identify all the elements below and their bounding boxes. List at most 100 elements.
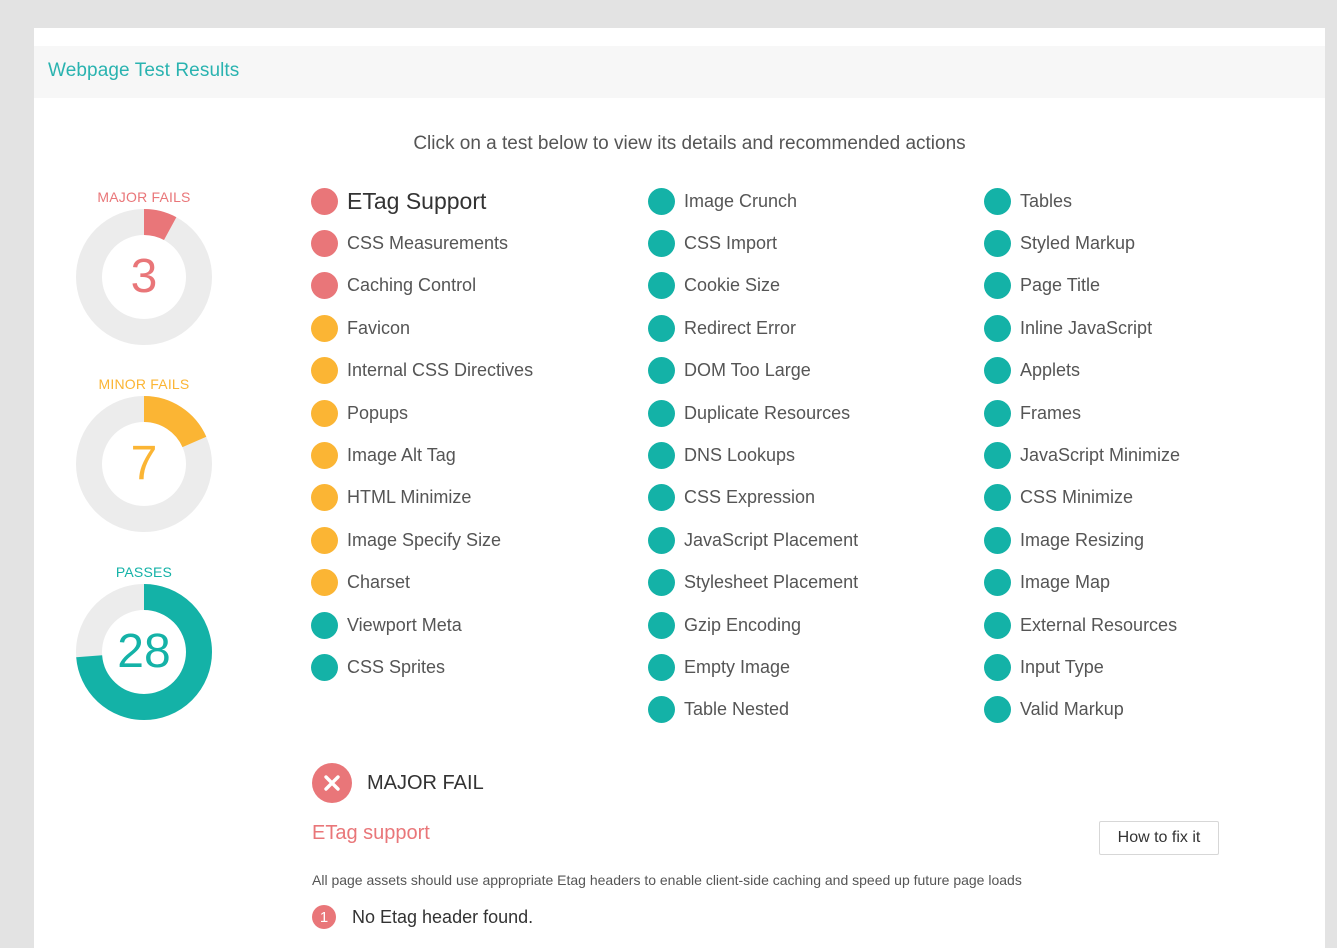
test-label: Inline JavaScript (1020, 317, 1153, 338)
test-item[interactable]: CSS Minimize (984, 483, 1133, 513)
test-label: Viewport Meta (347, 614, 462, 635)
test-label: External Resources (1020, 614, 1178, 635)
test-item[interactable]: Table Nested (648, 695, 789, 725)
test-label: Valid Markup (1020, 699, 1124, 720)
gauge-value: 7 (130, 437, 158, 490)
instruction-text: Click on a test below to view its detail… (413, 133, 966, 154)
status-dot-icon (648, 569, 675, 597)
card-header: Webpage Test Results (34, 46, 1325, 98)
status-dot-icon (648, 229, 675, 257)
gauge-label: MAJOR FAILS (97, 189, 191, 205)
test-item[interactable]: CSS Measurements (311, 228, 508, 258)
test-label: Cookie Size (684, 275, 781, 296)
test-item[interactable]: External Resources (984, 610, 1177, 640)
issue-item: 1 No Etag header found. (312, 905, 533, 929)
test-item[interactable]: Frames (984, 398, 1081, 428)
major-fails-gauge: MAJOR FAILS 3 (74, 189, 214, 345)
test-label: Favicon (347, 317, 411, 338)
test-item[interactable]: CSS Expression (648, 483, 815, 513)
status-dot-icon (984, 399, 1011, 427)
gauge-value: 3 (130, 250, 158, 303)
issue-text: No Etag header found. (352, 906, 534, 927)
status-dot-icon (648, 653, 675, 681)
minor-fails-gauge: MINOR FAILS 7 (74, 376, 214, 532)
test-label: CSS Measurements (347, 232, 509, 253)
test-item[interactable]: Page Title (984, 271, 1100, 301)
status-dot-icon (984, 187, 1011, 215)
status-dot-icon (984, 653, 1011, 681)
test-label: Stylesheet Placement (684, 572, 859, 593)
test-item[interactable]: CSS Import (648, 228, 777, 258)
test-item[interactable]: Favicon (311, 313, 410, 343)
status-dot-icon (311, 399, 338, 427)
test-label: ETag Support (347, 187, 487, 214)
test-label: Gzip Encoding (684, 614, 802, 635)
status-dot-icon (984, 696, 1011, 724)
test-item[interactable]: CSS Sprites (311, 652, 445, 682)
status-dot-icon (984, 441, 1011, 469)
test-item[interactable]: Image Alt Tag (311, 440, 456, 470)
status-dot-icon (648, 357, 675, 385)
test-label: Page Title (1020, 275, 1101, 296)
test-label: Image Resizing (1020, 529, 1145, 550)
status-dot-icon (984, 611, 1011, 639)
test-item[interactable]: DOM Too Large (648, 356, 811, 386)
status-dot-icon (648, 314, 675, 342)
test-description: All page assets should use appropriate E… (312, 872, 1022, 888)
test-label: Caching Control (347, 275, 477, 296)
test-item[interactable]: Image Specify Size (311, 525, 501, 555)
how-to-fix-button[interactable]: How to fix it (1099, 821, 1219, 855)
test-label: JavaScript Placement (684, 529, 859, 550)
test-item[interactable]: Styled Markup (984, 228, 1135, 258)
close-circle-icon (312, 763, 352, 803)
test-item[interactable]: Caching Control (311, 271, 476, 301)
test-item[interactable]: HTML Minimize (311, 483, 471, 513)
test-label: CSS Expression (684, 487, 816, 508)
test-item[interactable]: Gzip Encoding (648, 610, 801, 640)
test-item[interactable]: Internal CSS Directives (311, 356, 533, 386)
results-card: Webpage Test Results Click on a test bel… (34, 28, 1325, 948)
test-item[interactable]: Stylesheet Placement (648, 568, 858, 598)
status-dot-icon (984, 272, 1011, 300)
test-item[interactable]: Popups (311, 398, 408, 428)
test-item[interactable]: ETag Support (311, 186, 486, 216)
test-item[interactable]: Viewport Meta (311, 610, 462, 640)
test-item[interactable]: Charset (311, 568, 410, 598)
passes-gauge: PASSES 28 (74, 564, 214, 720)
test-item[interactable]: JavaScript Placement (648, 525, 858, 555)
status-dot-icon (311, 229, 338, 257)
gauge-label: MINOR FAILS (98, 376, 190, 392)
status-dot-icon (311, 611, 338, 639)
status-dot-icon (311, 569, 338, 597)
test-label: CSS Import (684, 232, 778, 253)
test-label: Charset (347, 572, 411, 593)
test-item[interactable]: Applets (984, 356, 1080, 386)
status-dot-icon (984, 484, 1011, 512)
test-item[interactable]: Input Type (984, 652, 1104, 682)
test-item[interactable]: Tables (984, 186, 1072, 216)
status-dot-icon (984, 569, 1011, 597)
test-item[interactable]: Image Map (984, 568, 1110, 598)
test-item[interactable]: Image Resizing (984, 525, 1144, 555)
test-item[interactable]: Empty Image (648, 652, 790, 682)
test-item[interactable]: Valid Markup (984, 695, 1124, 725)
test-item[interactable]: Cookie Size (648, 271, 780, 301)
test-label: Applets (1020, 360, 1081, 381)
test-item[interactable]: JavaScript Minimize (984, 440, 1180, 470)
status-dot-icon (984, 229, 1011, 257)
test-label: Input Type (1020, 656, 1104, 677)
status-dot-icon (648, 272, 675, 300)
issue-number-badge: 1 (312, 905, 336, 929)
test-label: Popups (347, 402, 409, 423)
test-label: Redirect Error (684, 317, 797, 338)
test-item[interactable]: Image Crunch (648, 186, 797, 216)
donut-chart: 3 (76, 209, 212, 345)
test-item[interactable]: Inline JavaScript (984, 313, 1152, 343)
test-item[interactable]: Duplicate Resources (648, 398, 850, 428)
test-item[interactable]: DNS Lookups (648, 440, 795, 470)
donut-chart: 28 (76, 584, 212, 720)
test-name-heading: ETag support (312, 822, 430, 844)
test-item[interactable]: Redirect Error (648, 313, 796, 343)
status-dot-icon (648, 441, 675, 469)
status-dot-icon (311, 314, 338, 342)
